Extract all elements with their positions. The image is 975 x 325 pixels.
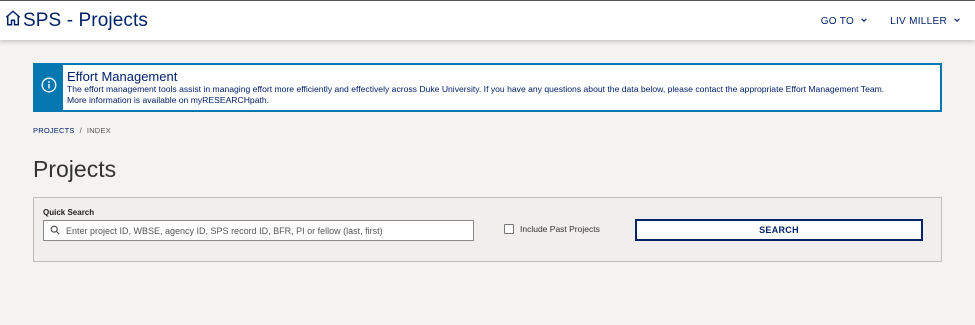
alert-message: The effort management tools assist in ma… [67, 84, 885, 94]
info-icon [41, 77, 57, 98]
alert-content: Effort Management The effort management … [63, 65, 884, 110]
home-icon [4, 9, 23, 32]
breadcrumb-separator: / [79, 126, 82, 135]
breadcrumb-current: INDEX [86, 126, 111, 135]
header-nav: GO TO LIV MILLER [821, 1, 961, 41]
page-title: Projects [33, 156, 117, 182]
top-navigation-bar: SPS - Projects GO TO LIV MILLER [0, 0, 975, 40]
search-input[interactable] [66, 225, 466, 236]
chevron-down-icon [854, 16, 868, 27]
goto-menu[interactable]: GO TO [821, 16, 868, 27]
quick-search-label: Quick Search [43, 208, 95, 217]
app-brand-link[interactable]: SPS - Projects [4, 9, 148, 32]
effort-management-alert: Effort Management The effort management … [33, 63, 942, 112]
chevron-down-icon [947, 16, 961, 27]
user-menu[interactable]: LIV MILLER [890, 16, 961, 27]
include-past-projects-checkbox[interactable] [504, 224, 514, 234]
search-icon [44, 222, 66, 240]
alert-title: Effort Management [67, 69, 178, 84]
alert-icon-bar [35, 65, 63, 110]
search-field[interactable] [43, 220, 474, 241]
include-past-projects-label: Include Past Projects [520, 224, 600, 234]
include-past-projects-option[interactable]: Include Past Projects [504, 224, 600, 234]
alert-more-info: More information is available on myRESEA… [67, 95, 270, 105]
goto-menu-label: GO TO [820, 15, 855, 27]
search-button[interactable]: SEARCH [635, 219, 923, 241]
app-title: SPS - Projects [23, 9, 148, 31]
user-menu-label: LIV MILLER [890, 15, 947, 27]
quick-search-panel: Quick Search Include Past Projects SEARC… [33, 197, 942, 262]
breadcrumb: PROJECTS / INDEX [33, 126, 111, 135]
breadcrumb-projects-link[interactable]: PROJECTS [33, 126, 75, 135]
